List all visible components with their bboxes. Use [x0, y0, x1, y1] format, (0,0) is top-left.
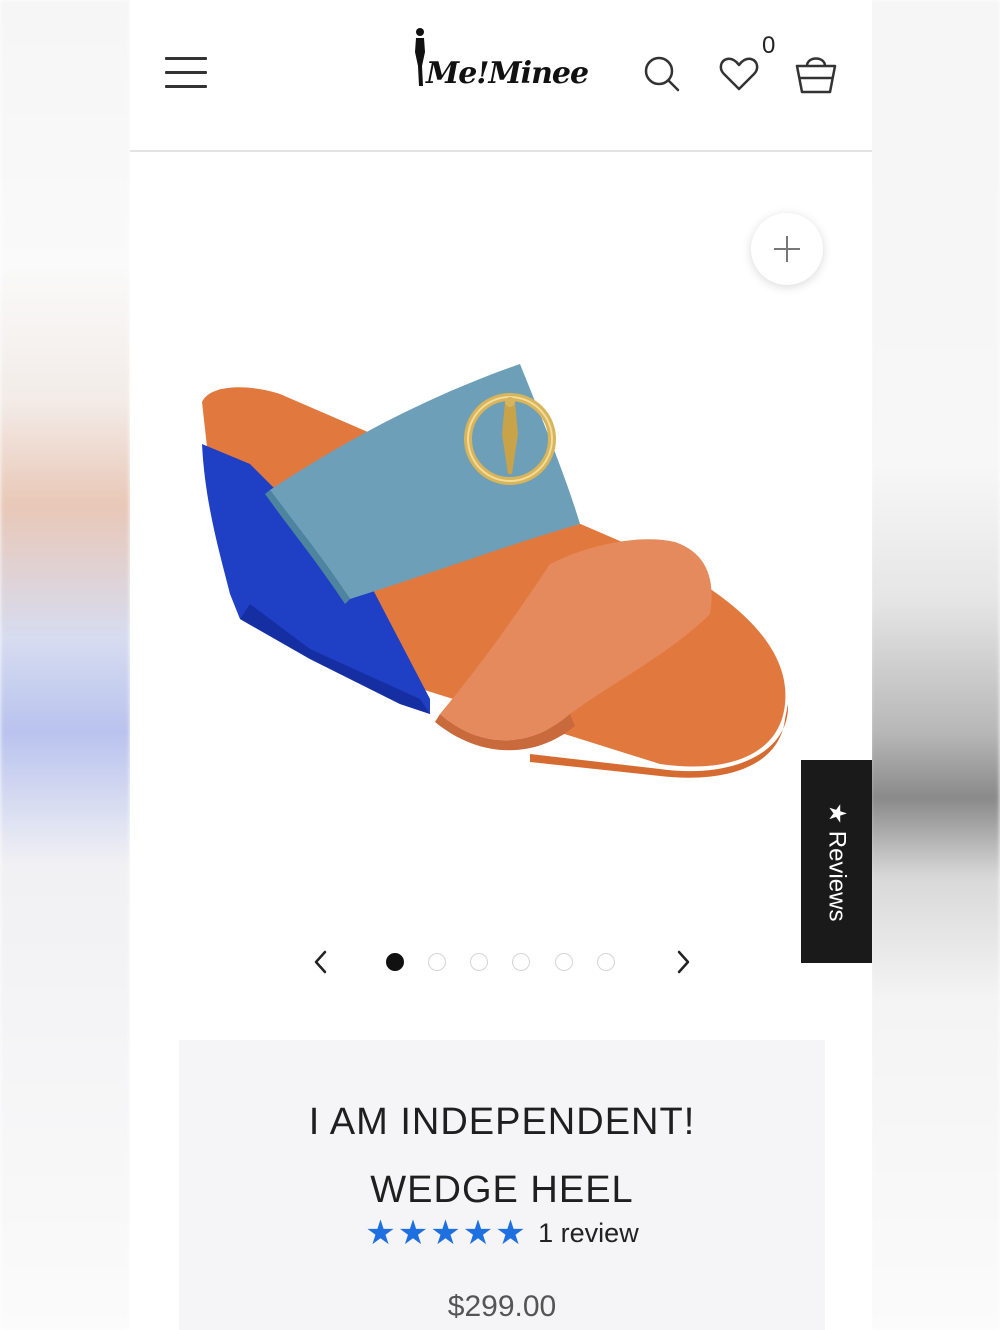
rating-stars-icon: ★★★★★	[365, 1214, 528, 1252]
reviews-tab-label: ★ Reviews	[823, 802, 850, 921]
product-title-line-1: I AM INDEPENDENT!	[308, 1101, 696, 1143]
blurred-background-right	[870, 0, 1000, 1330]
blurred-background-left	[0, 0, 130, 1330]
search-icon[interactable]	[642, 54, 682, 94]
logo-text: Me!Minee	[426, 56, 589, 91]
previous-slide-chevron-left-icon[interactable]	[306, 944, 336, 980]
product-price: $299.00	[447, 1290, 557, 1323]
carousel-dot-5[interactable]	[555, 953, 573, 971]
wishlist-heart-icon[interactable]	[718, 54, 760, 94]
carousel-dot-1[interactable]	[386, 953, 404, 971]
carousel-dot-4[interactable]	[512, 953, 530, 971]
mobile-page: Me!Minee 0 ★ Reviews I AM INDEPENDENT! W…	[130, 0, 872, 1330]
wishlist-count-badge: 0	[762, 32, 776, 59]
next-slide-chevron-right-icon[interactable]	[668, 944, 698, 980]
carousel-dot-2[interactable]	[428, 953, 446, 971]
product-title: I AM INDEPENDENT! WEDGE HEEL	[179, 1088, 825, 1224]
product-gallery[interactable]: ★ Reviews	[130, 154, 872, 1004]
hamburger-menu-icon[interactable]	[165, 57, 207, 91]
brand-logo[interactable]: Me!Minee	[408, 26, 598, 98]
zoom-button[interactable]	[751, 213, 823, 285]
carousel-dot-6[interactable]	[597, 953, 615, 971]
product-rating[interactable]: ★★★★★ 1 review	[179, 1213, 825, 1253]
review-count-link[interactable]: 1 review	[538, 1213, 639, 1253]
product-info-panel: I AM INDEPENDENT! WEDGE HEEL ★★★★★ 1 rev…	[179, 1040, 825, 1330]
shopping-bag-icon[interactable]	[792, 48, 840, 96]
carousel-navigation	[130, 944, 872, 984]
reviews-side-tab[interactable]: ★ Reviews	[801, 760, 872, 963]
product-image[interactable]	[190, 354, 790, 784]
carousel-dot-3[interactable]	[470, 953, 488, 971]
plus-icon	[774, 236, 800, 262]
site-header: Me!Minee 0	[130, 0, 872, 152]
